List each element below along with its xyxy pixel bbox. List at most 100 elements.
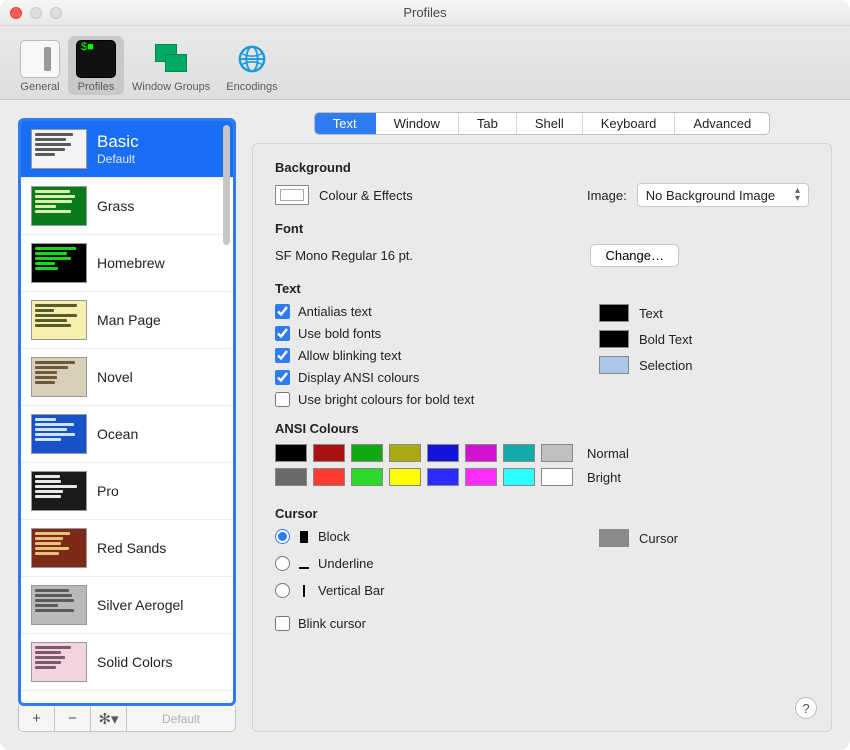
profile-actions-button[interactable]: ✻▾ <box>91 706 127 731</box>
profile-thumb <box>31 243 87 283</box>
ansi-colour-well[interactable] <box>503 468 535 486</box>
ansi-colour-well[interactable] <box>389 468 421 486</box>
background-image-value: No Background Image <box>646 188 775 203</box>
toolbar-item-profiles[interactable]: $■ Profiles <box>68 36 124 95</box>
ansi-colour-well[interactable] <box>275 468 307 486</box>
tab-keyboard[interactable]: Keyboard <box>583 113 676 134</box>
ansi-colour-well[interactable] <box>351 444 383 462</box>
ansi-colour-well[interactable] <box>389 444 421 462</box>
colour-well[interactable] <box>599 330 629 348</box>
toolbar-label: Encodings <box>226 81 277 93</box>
profile-row[interactable]: Ocean <box>21 406 233 463</box>
profile-name: Silver Aerogel <box>97 597 183 613</box>
profile-row[interactable]: Homebrew <box>21 235 233 292</box>
profile-name: Solid Colors <box>97 654 172 670</box>
ansi-colour-well[interactable] <box>351 468 383 486</box>
cursor-shape-icon <box>298 584 310 598</box>
toolbar-item-window-groups[interactable]: Window Groups <box>124 36 218 95</box>
text-checkbox[interactable]: Use bright colours for bold text <box>275 392 569 407</box>
colour-well[interactable] <box>599 356 629 374</box>
radio-input[interactable] <box>275 556 290 571</box>
change-font-button[interactable]: Change… <box>590 244 679 267</box>
cursor-shape-icon <box>298 530 310 544</box>
tab-advanced[interactable]: Advanced <box>675 113 769 134</box>
ansi-colour-well[interactable] <box>503 444 535 462</box>
ansi-colour-well[interactable] <box>275 444 307 462</box>
text-settings-panel: Background Colour & Effects Image: No Ba… <box>252 143 832 732</box>
checkbox-label: Antialias text <box>298 304 372 319</box>
set-default-button[interactable]: Default <box>127 706 235 731</box>
add-profile-button[interactable]: + <box>19 706 55 731</box>
profile-subtitle: Default <box>97 152 139 166</box>
ansi-colour-well[interactable] <box>465 444 497 462</box>
checkbox-input[interactable] <box>275 392 290 407</box>
cursor-option[interactable]: Underline <box>275 556 569 571</box>
profile-thumb <box>31 300 87 340</box>
profile-row[interactable]: Red Sands <box>21 520 233 577</box>
tab-text[interactable]: Text <box>315 113 376 134</box>
ansi-colour-well[interactable] <box>313 444 345 462</box>
ansi-colour-well[interactable] <box>465 468 497 486</box>
checkbox-input[interactable] <box>275 304 290 319</box>
ansi-colour-well[interactable] <box>313 468 345 486</box>
checkbox-input[interactable] <box>275 326 290 341</box>
profile-name: Red Sands <box>97 540 166 556</box>
text-checkbox[interactable]: Antialias text <box>275 304 569 319</box>
ansi-colour-well[interactable] <box>541 468 573 486</box>
colour-label: Selection <box>639 358 692 373</box>
profile-name: Novel <box>97 369 133 385</box>
background-image-select[interactable]: No Background Image ▴▾ <box>637 183 809 207</box>
text-checkbox[interactable]: Allow blinking text <box>275 348 569 363</box>
profile-row[interactable]: Silver Aerogel <box>21 577 233 634</box>
text-checkbox[interactable]: Use bold fonts <box>275 326 569 341</box>
cursor-option-label: Block <box>318 529 350 544</box>
window-groups-icon <box>151 40 191 78</box>
tab-shell[interactable]: Shell <box>517 113 583 134</box>
radio-input[interactable] <box>275 583 290 598</box>
tab-window[interactable]: Window <box>376 113 459 134</box>
profile-row[interactable]: Novel <box>21 349 233 406</box>
profile-row[interactable]: Man Page <box>21 292 233 349</box>
checkbox-label: Use bold fonts <box>298 326 381 341</box>
profile-thumb <box>31 471 87 511</box>
checkbox-input[interactable] <box>275 348 290 363</box>
background-heading: Background <box>275 160 809 175</box>
cursor-option[interactable]: Vertical Bar <box>275 583 569 598</box>
radio-input[interactable] <box>275 529 290 544</box>
profile-thumb <box>31 357 87 397</box>
ansi-colour-well[interactable] <box>427 444 459 462</box>
toolbar-item-general[interactable]: General <box>12 36 68 95</box>
profile-name: Grass <box>97 198 134 214</box>
ansi-colour-well[interactable] <box>427 468 459 486</box>
cursor-colour-well[interactable] <box>599 529 629 547</box>
tab-tab[interactable]: Tab <box>459 113 517 134</box>
toolbar-label: Window Groups <box>132 81 210 93</box>
profile-thumb <box>31 585 87 625</box>
toolbar-item-encodings[interactable]: Encodings <box>218 36 285 95</box>
ansi-colour-well[interactable] <box>541 444 573 462</box>
scrollbar-thumb[interactable] <box>223 125 230 245</box>
profile-row[interactable]: Solid Colors <box>21 634 233 691</box>
cursor-option[interactable]: Block <box>275 529 569 544</box>
help-button[interactable]: ? <box>795 697 817 719</box>
text-checkbox[interactable]: Display ANSI colours <box>275 370 569 385</box>
toolbar-label: General <box>20 81 59 93</box>
profile-sidebar: BasicDefaultGrassHomebrewMan PageNovelOc… <box>18 118 236 732</box>
remove-profile-button[interactable]: − <box>55 706 91 731</box>
colour-well[interactable] <box>599 304 629 322</box>
profile-name: Basic <box>97 132 139 152</box>
colour-label: Bold Text <box>639 332 692 347</box>
settings-pane: TextWindowTabShellKeyboardAdvanced Backg… <box>252 118 832 732</box>
profile-row[interactable]: Pro <box>21 463 233 520</box>
background-colour-well[interactable] <box>275 185 309 205</box>
toolbar: General $■ Profiles Window Groups Encodi… <box>0 26 850 100</box>
cursor-option-label: Underline <box>318 556 374 571</box>
profile-row[interactable]: Grass <box>21 178 233 235</box>
profile-row[interactable]: BasicDefault <box>21 121 233 178</box>
checkbox-input[interactable] <box>275 616 290 631</box>
checkbox-input[interactable] <box>275 370 290 385</box>
titlebar: Profiles <box>0 0 850 26</box>
blink-cursor-checkbox[interactable]: Blink cursor <box>275 616 569 631</box>
profile-name: Ocean <box>97 426 138 442</box>
sidebar-footer: + − ✻▾ Default <box>18 706 236 732</box>
